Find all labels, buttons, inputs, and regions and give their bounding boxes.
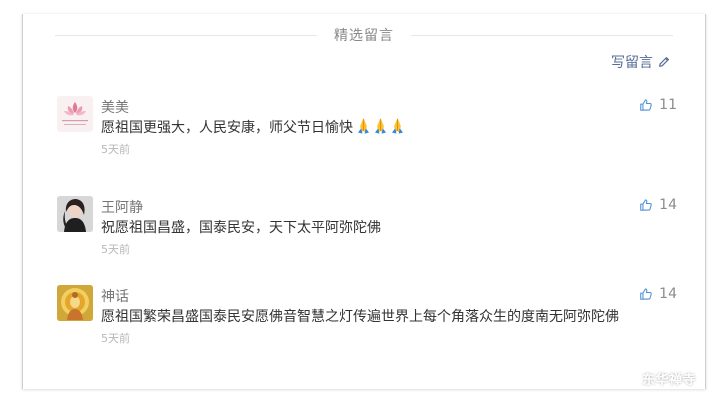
watermark: 东华禅寺 — [617, 369, 696, 388]
like-button[interactable]: 11 — [639, 97, 677, 113]
wechat-icon — [617, 371, 637, 386]
comment-time: 5天前 — [101, 243, 130, 256]
header-divider-right — [411, 35, 673, 36]
lotus-avatar[interactable] — [57, 96, 93, 132]
buddha-avatar[interactable] — [57, 285, 93, 321]
like-count: 14 — [659, 286, 677, 302]
folded-hands-icon — [392, 118, 403, 134]
comment-text: 祝愿祖国昌盛，国泰民安，天下太平阿弥陀佛 — [101, 220, 381, 236]
comment-author: 王阿静 — [101, 200, 143, 216]
watermark-text: 东华禅寺 — [641, 373, 696, 388]
folded-hands-icon — [375, 118, 386, 134]
comment-text-content: 愿祖国更强大，人民安康，师父节日愉快 — [101, 120, 353, 136]
section-header: 精选留言 — [55, 24, 673, 46]
write-comment-label: 写留言 — [611, 55, 653, 71]
comment-item: 神话 愿祖国繁荣昌盛国泰民安愿佛音智慧之灯传遍世界上每个角落众生的度南无阿弥陀佛… — [57, 285, 677, 349]
thumbs-up-icon — [640, 288, 652, 300]
comment-time: 5天前 — [101, 332, 130, 345]
comment-item: 王阿静 祝愿祖国昌盛，国泰民安，天下太平阿弥陀佛 5天前 14 — [57, 196, 677, 260]
like-button[interactable]: 14 — [639, 197, 677, 213]
like-count: 14 — [659, 197, 677, 213]
folded-hands-emoji-group — [356, 117, 405, 135]
write-comment-button[interactable]: 写留言 — [611, 52, 671, 72]
comment-card: 精选留言 写留言 美美 愿祖国更强大，人民安康，师父节日愉快 5天前 11 王阿… — [22, 14, 706, 389]
thumbs-up-icon — [640, 199, 652, 211]
comment-item: 美美 愿祖国更强大，人民安康，师父节日愉快 5天前 11 — [57, 96, 677, 160]
comment-text: 愿祖国繁荣昌盛国泰民安愿佛音智慧之灯传遍世界上每个角落众生的度南无阿弥陀佛 — [101, 309, 619, 325]
like-count: 11 — [659, 97, 677, 113]
comment-time: 5天前 — [101, 143, 130, 156]
like-button[interactable]: 14 — [639, 286, 677, 302]
section-title: 精选留言 — [334, 28, 394, 44]
comment-author: 美美 — [101, 100, 129, 116]
thumbs-up-icon — [640, 99, 652, 111]
person-avatar[interactable] — [57, 196, 93, 232]
comment-text: 愿祖国更强大，人民安康，师父节日愉快 — [101, 117, 405, 137]
pencil-icon — [659, 57, 669, 67]
header-divider-left — [55, 35, 317, 36]
comment-author: 神话 — [101, 289, 129, 305]
screenshot-canvas: 精选留言 写留言 美美 愿祖国更强大，人民安康，师父节日愉快 5天前 11 王阿… — [0, 0, 720, 405]
folded-hands-icon — [358, 118, 369, 134]
